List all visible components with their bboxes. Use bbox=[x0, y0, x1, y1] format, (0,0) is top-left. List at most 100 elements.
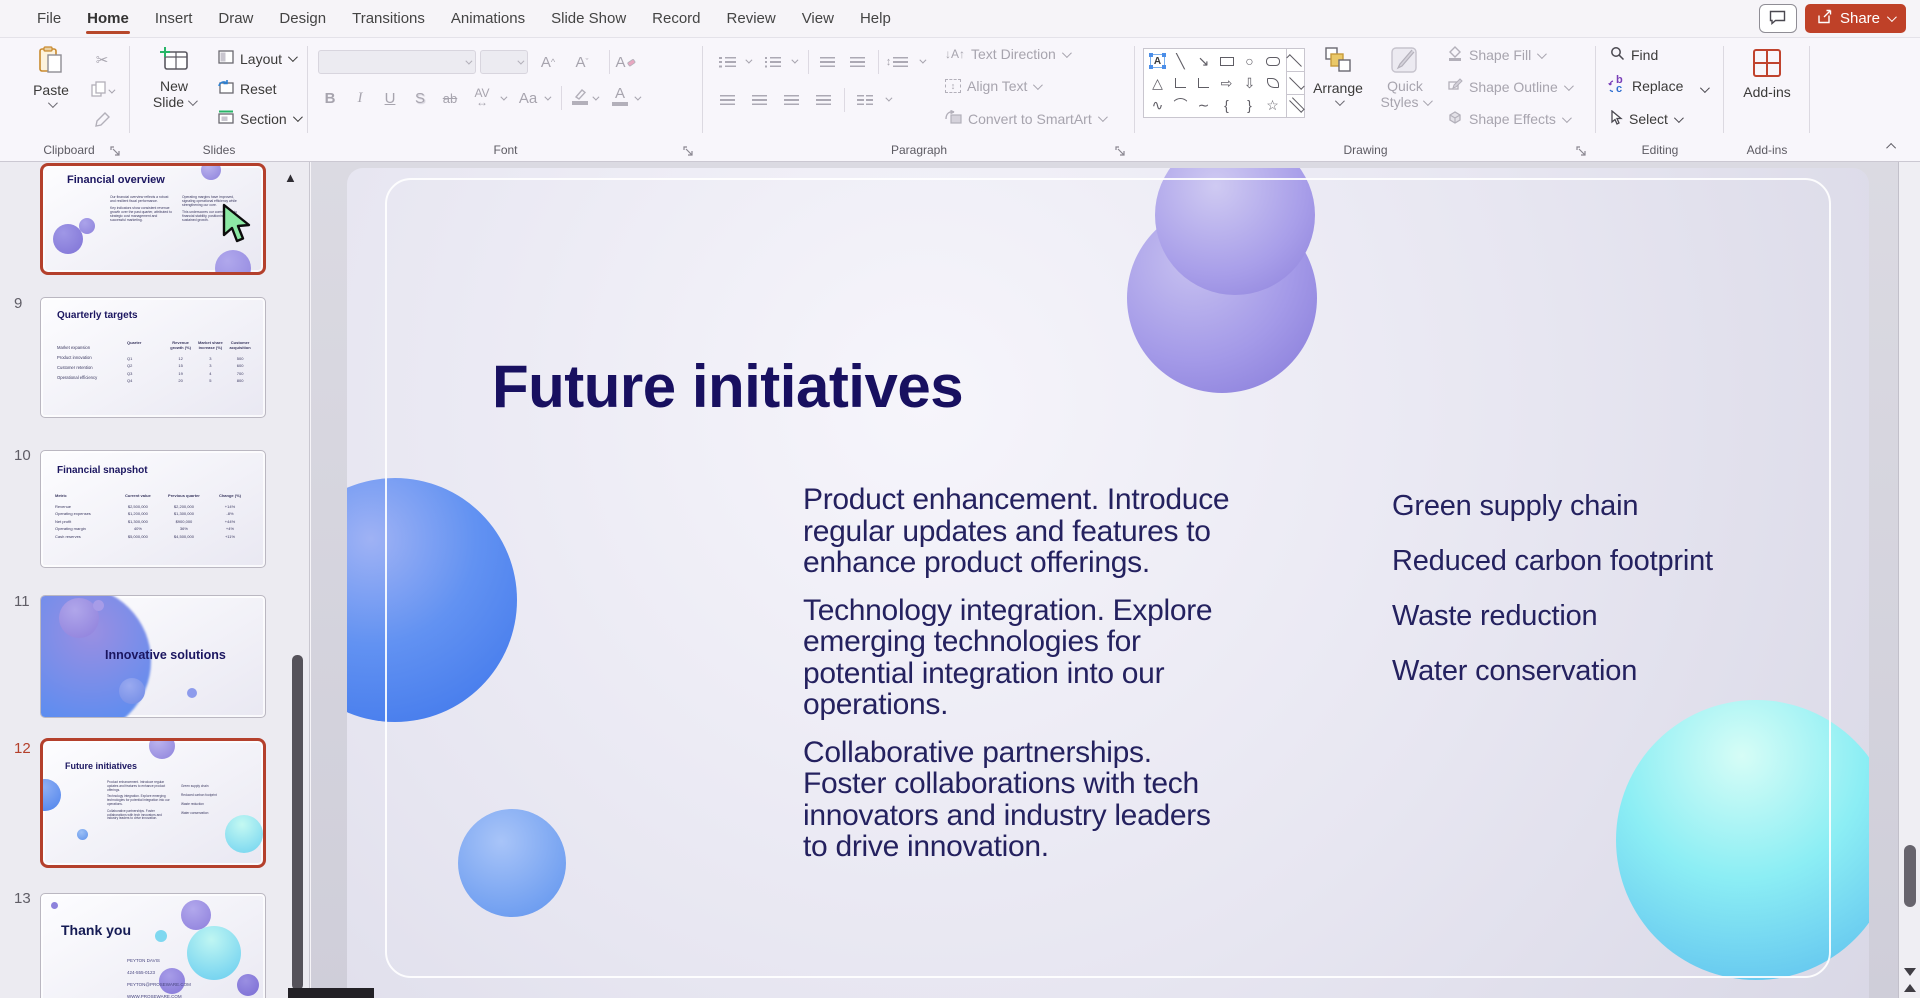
menu-design[interactable]: Design bbox=[266, 0, 339, 37]
thumbnail-slide-13[interactable]: Thank you PEYTON DAVIS424-555-0123PEYTON… bbox=[40, 893, 266, 998]
bold-button[interactable]: B bbox=[318, 86, 342, 110]
convert-smartart-button[interactable]: Convert to SmartArt bbox=[945, 110, 1105, 127]
clear-formatting-button[interactable]: A bbox=[614, 50, 638, 74]
gallery-up-button[interactable] bbox=[1287, 49, 1304, 71]
shape-star[interactable]: ☆ bbox=[1261, 94, 1284, 116]
copy-button[interactable] bbox=[90, 79, 114, 103]
format-painter-button[interactable] bbox=[90, 110, 114, 134]
font-size-combobox[interactable] bbox=[480, 50, 528, 74]
font-color-chevron-icon[interactable] bbox=[634, 94, 641, 101]
strikethrough-button[interactable]: ab bbox=[438, 86, 462, 110]
slide-paragraph[interactable]: Collaborative partnerships. Foster colla… bbox=[803, 737, 1239, 863]
font-dialog-launcher[interactable] bbox=[683, 145, 695, 157]
bullets-button[interactable] bbox=[715, 50, 739, 74]
underline-button[interactable]: U bbox=[378, 86, 402, 110]
menu-record[interactable]: Record bbox=[639, 0, 713, 37]
change-case-button[interactable]: Aa bbox=[516, 86, 540, 110]
slide-bullet-line[interactable]: Green supply chain bbox=[1392, 490, 1713, 523]
comments-button[interactable] bbox=[1759, 4, 1797, 33]
panel-scroll-up-button[interactable]: ▲ bbox=[284, 170, 297, 185]
shape-triangle[interactable]: △ bbox=[1146, 72, 1169, 94]
shape-snip-corner[interactable] bbox=[1261, 72, 1284, 94]
replace-chevron-icon[interactable] bbox=[1700, 83, 1710, 93]
cut-button[interactable]: ✂ bbox=[90, 48, 114, 72]
bullets-chevron-icon[interactable] bbox=[745, 57, 752, 64]
shape-outline-button[interactable]: Shape Outline bbox=[1447, 78, 1571, 96]
shape-arc[interactable]: ⌒ bbox=[1169, 94, 1192, 116]
line-spacing-button[interactable]: ↕ bbox=[885, 50, 909, 74]
columns-button[interactable] bbox=[853, 88, 877, 112]
thumbnail-slide-9[interactable]: Quarterly targets Market expansionProduc… bbox=[40, 297, 266, 418]
highlight-color-button[interactable] bbox=[568, 84, 592, 108]
grow-font-button[interactable]: A^ bbox=[536, 50, 560, 74]
slide-body-text[interactable]: Product enhancement. Introduce regular u… bbox=[803, 484, 1239, 879]
shape-down-arrow[interactable]: ⇩ bbox=[1238, 72, 1261, 94]
shape-fill-button[interactable]: Shape Fill bbox=[1447, 46, 1544, 64]
menu-view[interactable]: View bbox=[789, 0, 847, 37]
thumbnail-slide-10[interactable]: Financial snapshot MetricCurrent valuePr… bbox=[40, 450, 266, 568]
next-slide-button[interactable] bbox=[1904, 968, 1916, 976]
shape-textbox[interactable]: A bbox=[1146, 50, 1169, 72]
decrease-indent-button[interactable] bbox=[815, 50, 839, 74]
arrange-button[interactable]: Arrange bbox=[1307, 46, 1369, 106]
text-shadow-button[interactable]: S bbox=[408, 86, 432, 110]
replace-button[interactable]: b c Replace bbox=[1610, 78, 1683, 94]
addins-button[interactable]: Add-ins bbox=[1737, 48, 1797, 100]
slide-title[interactable]: Future initiatives bbox=[492, 352, 963, 421]
share-button[interactable]: Share bbox=[1805, 4, 1906, 33]
panel-scrollbar-thumb[interactable] bbox=[292, 655, 303, 990]
menu-review[interactable]: Review bbox=[714, 0, 789, 37]
previous-slide-button[interactable] bbox=[1904, 984, 1916, 992]
section-button[interactable]: Section bbox=[218, 110, 300, 127]
slide-bullet-line[interactable]: Reduced carbon footprint bbox=[1392, 545, 1713, 578]
reset-button[interactable]: Reset bbox=[218, 80, 277, 97]
menu-help[interactable]: Help bbox=[847, 0, 904, 37]
shape-curve[interactable]: ∼ bbox=[1192, 94, 1215, 116]
new-slide-button[interactable]: New Slide bbox=[142, 46, 206, 109]
align-text-button[interactable]: ↕ Align Text bbox=[945, 78, 1040, 94]
drawing-dialog-launcher[interactable] bbox=[1576, 145, 1588, 157]
menu-draw[interactable]: Draw bbox=[205, 0, 266, 37]
paragraph-dialog-launcher[interactable] bbox=[1115, 145, 1127, 157]
shape-rectangle[interactable] bbox=[1215, 50, 1238, 72]
menu-insert[interactable]: Insert bbox=[142, 0, 206, 37]
shape-scribble[interactable]: ∿ bbox=[1146, 94, 1169, 116]
shape-elbow-connector[interactable] bbox=[1169, 72, 1192, 94]
shape-effects-button[interactable]: Shape Effects bbox=[1447, 110, 1569, 128]
collapse-ribbon-button[interactable] bbox=[1889, 137, 1896, 155]
line-spacing-chevron-icon[interactable] bbox=[919, 57, 926, 64]
shape-line-arrow[interactable]: ↘ bbox=[1192, 50, 1215, 72]
menu-home[interactable]: Home bbox=[74, 0, 142, 37]
slide-paragraph[interactable]: Product enhancement. Introduce regular u… bbox=[803, 484, 1239, 579]
slide-bullet-line[interactable]: Water conservation bbox=[1392, 655, 1713, 688]
italic-button[interactable]: I bbox=[348, 86, 372, 110]
change-case-chevron-icon[interactable] bbox=[544, 94, 551, 101]
numbering-chevron-icon[interactable] bbox=[791, 57, 798, 64]
thumbnail-slide-11[interactable]: Innovative solutions bbox=[40, 595, 266, 718]
shape-right-arrow[interactable]: ⇨ bbox=[1215, 72, 1238, 94]
highlight-chevron-icon[interactable] bbox=[592, 94, 599, 101]
shape-rounded-rectangle[interactable] bbox=[1261, 50, 1284, 72]
clipboard-dialog-launcher[interactable] bbox=[110, 145, 122, 157]
select-button[interactable]: Select bbox=[1610, 110, 1681, 128]
shape-elbow-arrow-connector[interactable] bbox=[1192, 72, 1215, 94]
shape-oval[interactable]: ○ bbox=[1238, 50, 1261, 72]
increase-indent-button[interactable] bbox=[845, 50, 869, 74]
find-button[interactable]: Find bbox=[1610, 46, 1658, 64]
shape-line[interactable]: ╲ bbox=[1169, 50, 1192, 72]
text-direction-button[interactable]: ↓A↑ Text Direction bbox=[945, 46, 1069, 62]
numbering-button[interactable] bbox=[761, 50, 785, 74]
font-name-combobox[interactable] bbox=[318, 50, 476, 74]
gallery-down-button[interactable] bbox=[1287, 71, 1304, 94]
align-right-button[interactable] bbox=[779, 88, 803, 112]
quick-styles-button[interactable]: Quick Styles bbox=[1375, 46, 1435, 109]
columns-chevron-icon[interactable] bbox=[885, 95, 892, 102]
shape-left-brace[interactable]: { bbox=[1215, 94, 1238, 116]
canvas-scrollbar-thumb[interactable] bbox=[1904, 845, 1916, 907]
gallery-more-button[interactable] bbox=[1287, 94, 1304, 117]
shrink-font-button[interactable]: Aˇ bbox=[570, 50, 594, 74]
character-spacing-chevron-icon[interactable] bbox=[500, 94, 507, 101]
menu-transitions[interactable]: Transitions bbox=[339, 0, 438, 37]
menu-slide-show[interactable]: Slide Show bbox=[538, 0, 639, 37]
slide-editor[interactable]: Future initiatives Product enhancement. … bbox=[347, 168, 1869, 998]
